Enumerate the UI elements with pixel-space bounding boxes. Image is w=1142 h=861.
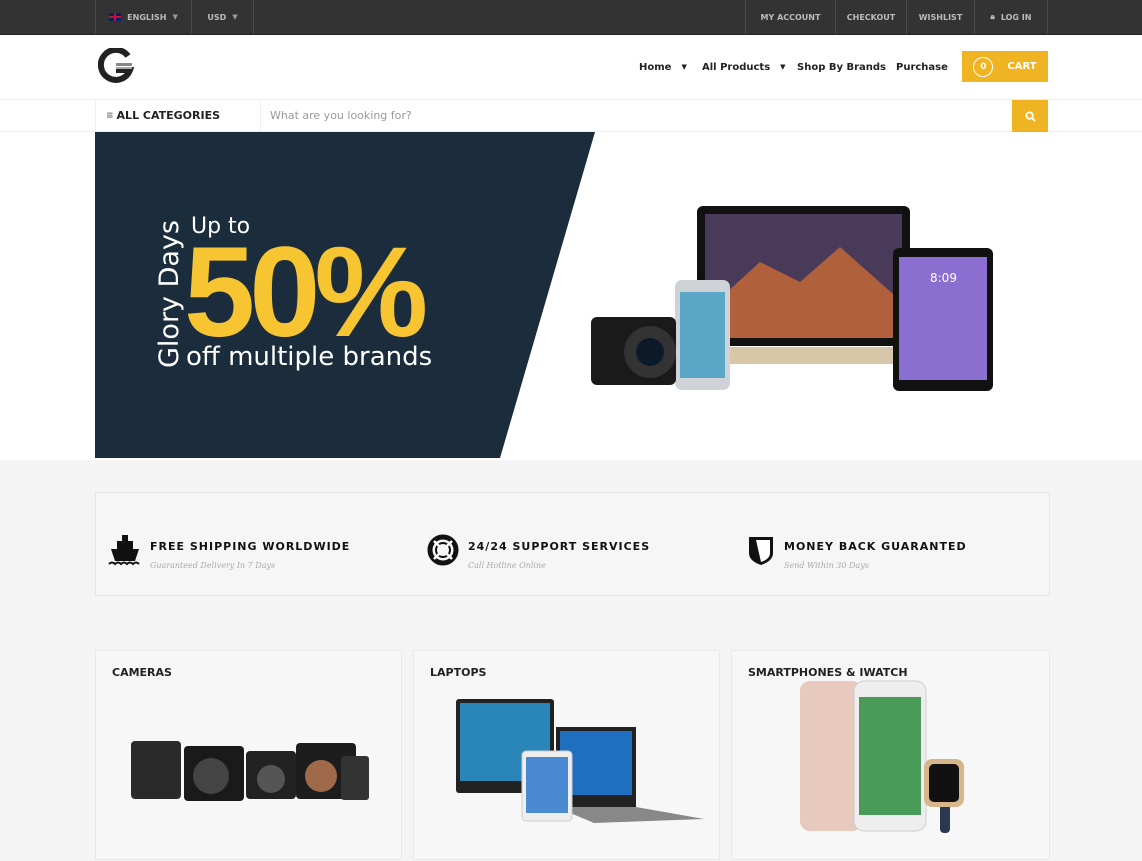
tablet-image: 8:09 <box>893 248 993 391</box>
search-icon <box>1024 110 1036 122</box>
lock-icon: 🔒︎ <box>990 12 995 21</box>
cameras-image <box>131 741 369 801</box>
nav-all-products[interactable]: All Products ▼ <box>702 35 786 99</box>
ship-icon <box>108 535 140 566</box>
features-bar: FREE SHIPPING WORLDWIDE Guaranteed Delive… <box>95 492 1050 596</box>
feature-item: 24/24 SUPPORT SERVICES Call Hotline Onlin… <box>426 533 650 570</box>
nav-purchase[interactable]: Purchase <box>896 35 948 99</box>
top-bar: ENGLISH ▼ USD ▼ MY ACCOUNT CHECKOUT WISHLI… <box>0 0 1142 35</box>
caret-down-icon: ▼ <box>780 63 786 71</box>
currency-selector[interactable]: USD ▼ <box>191 0 254 34</box>
uk-flag-icon <box>109 13 122 21</box>
camera-image <box>591 317 676 385</box>
feature-item: MONEY BACK GUARANTED Send Within 30 Days <box>746 533 967 570</box>
caret-down-icon: ▼ <box>172 13 178 21</box>
login-link[interactable]: 🔒︎ LOG IN <box>974 0 1048 34</box>
hero-vertical-text: Glory Days <box>154 220 185 368</box>
cart-count: 0 <box>973 56 994 77</box>
svg-text:8:09: 8:09 <box>930 271 957 285</box>
lifebuoy-icon <box>427 534 459 566</box>
cart-button[interactable]: 0 CART <box>962 51 1048 82</box>
wishlist-link[interactable]: WISHLIST <box>906 0 974 34</box>
category-card-laptops[interactable]: LAPTOPS <box>413 650 720 860</box>
menu-icon: ≡ <box>106 110 114 121</box>
search-button[interactable] <box>1012 100 1048 132</box>
logo[interactable] <box>97 46 135 88</box>
caret-down-icon: ▼ <box>681 63 687 71</box>
laptops-image <box>456 699 704 823</box>
nav-home[interactable]: Home ▼ <box>639 35 687 99</box>
shield-icon <box>749 537 773 565</box>
smartphones-image <box>800 680 964 833</box>
search-row: ≡ ALL CATEGORIES <box>0 99 1142 132</box>
hero-subtitle: off multiple brands <box>186 342 432 372</box>
phone-image <box>675 280 730 390</box>
nav-shop-by-brands[interactable]: Shop By Brands <box>797 35 886 99</box>
search-input[interactable] <box>262 100 1012 131</box>
category-card-smartphones[interactable]: SMARTPHONES & IWATCH <box>731 650 1050 860</box>
hero-banner[interactable]: Glory Days Up to 50% off multiple brands… <box>0 132 1142 460</box>
all-categories-button[interactable]: ≡ ALL CATEGORIES <box>95 100 261 131</box>
language-selector[interactable]: ENGLISH ▼ <box>95 0 191 34</box>
category-card-cameras[interactable]: CAMERAS <box>95 650 402 860</box>
my-account-link[interactable]: MY ACCOUNT <box>745 0 835 34</box>
header: Home ▼ All Products ▼ Shop By Brands Purch… <box>0 35 1142 99</box>
feature-item: FREE SHIPPING WORLDWIDE Guaranteed Delive… <box>108 533 350 570</box>
caret-down-icon: ▼ <box>232 13 238 21</box>
checkout-link[interactable]: CHECKOUT <box>835 0 906 34</box>
